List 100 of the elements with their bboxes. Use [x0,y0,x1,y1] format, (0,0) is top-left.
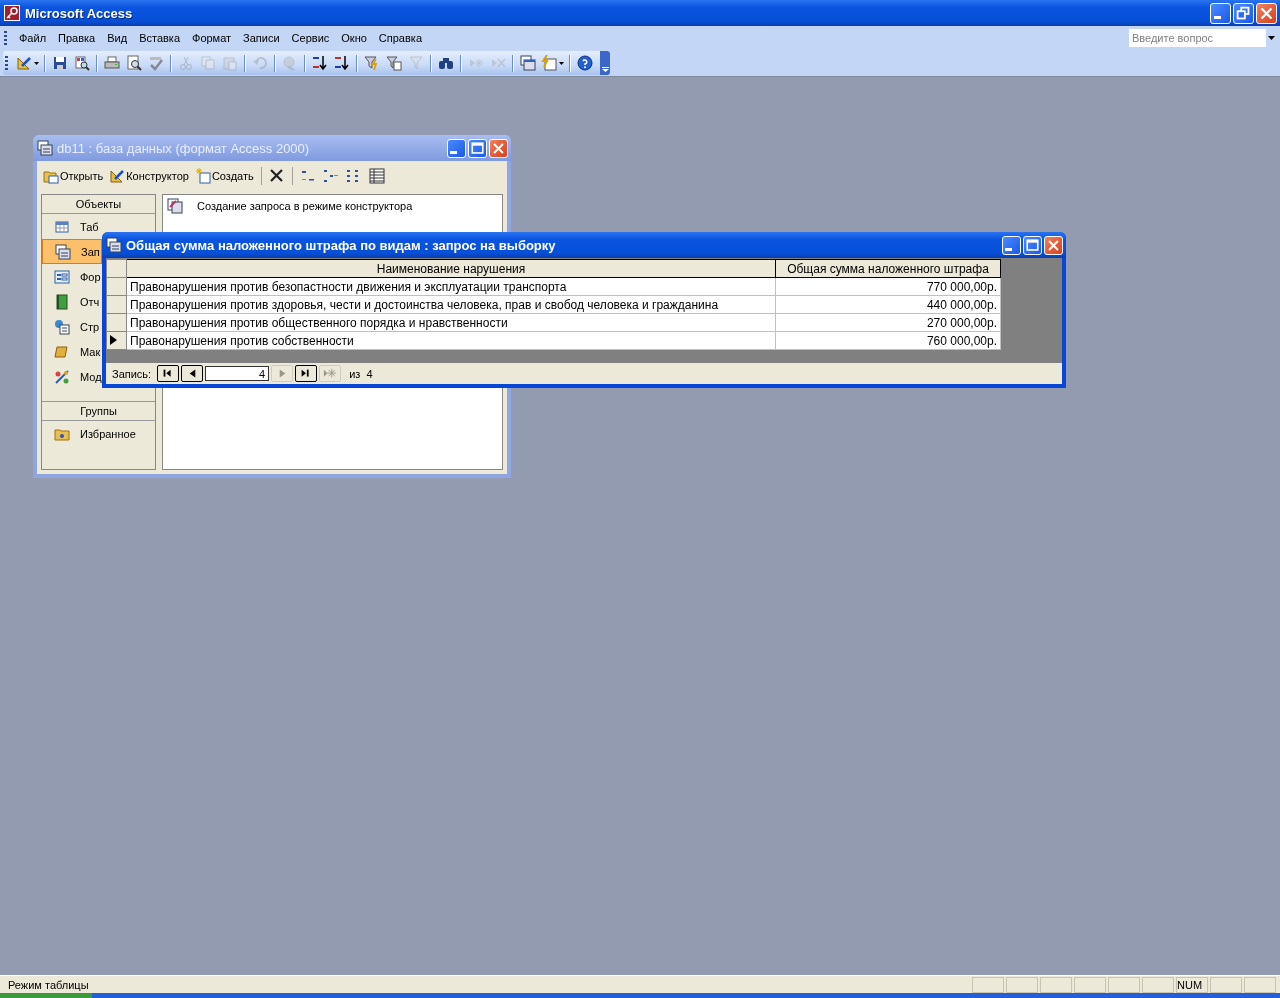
binoculars-icon [438,55,454,71]
document-search-icon [74,55,90,71]
table-cell: Правонарушения против здоровья, чести и достоинства человека, прав и свобод человека и гражданина [126,295,776,314]
status-panel [1006,976,1038,993]
question-field[interactable]: Введите вопрос [1129,29,1266,47]
undo-arrow-icon [252,55,268,71]
object-type-item[interactable]: Отч [42,289,102,314]
start-button[interactable] [0,993,92,998]
window-title: Microsoft Access [25,5,134,21]
window-title: db11 : база данных (формат Access 2000) [57,140,311,156]
grip-handle[interactable] [4,31,7,45]
object-type-item[interactable]: Фор [42,264,102,289]
object-type-item[interactable]: Стр [42,314,102,339]
group-item[interactable]: Избранное [42,421,155,446]
filter-form-icon [386,55,402,71]
sort-descending-icon [334,55,350,71]
navigation-button[interactable] [181,365,204,382]
table-cell: Правонарушения против собственности [126,331,776,350]
sort-ascending-icon [312,55,328,71]
minimize-icon [1214,15,1221,19]
query-icon [55,243,71,260]
window-title: Общая сумма наложенного штрафа по видам : запрос на выборку [126,237,557,253]
toolbar-button[interactable]: Конструктор [107,166,192,186]
toolbar-options-button[interactable] [600,51,610,75]
navigation-button[interactable] [295,365,318,382]
scissors-icon [178,55,194,71]
web-page-icon [54,318,70,335]
new-record-icon [323,366,338,381]
query-icon [106,237,122,253]
dropdown-arrow-icon [1268,36,1275,40]
design-tool-icon [16,55,32,71]
triangle-pointer-icon [110,334,117,345]
help-icon [577,55,593,71]
menu-item[interactable]: Вид [101,30,134,46]
chevron-icon [601,67,609,72]
menu-item[interactable]: Правка [52,30,102,46]
toolbar-button[interactable] [574,52,596,74]
restore-button[interactable] [1233,2,1254,24]
object-type-item[interactable]: Мак [42,339,102,364]
printer-icon [104,55,120,71]
minimize-button[interactable] [1210,2,1231,24]
record-count: из 4 [349,367,373,380]
module-icon [54,368,70,385]
database-window-icon [520,55,536,71]
menu-item[interactable]: Окно [335,30,373,46]
form-icon [54,268,70,285]
table-icon [54,218,70,235]
status-panel [1244,976,1276,993]
small-icons-view-icon [322,168,339,184]
minimize-icon [1005,247,1012,251]
close-button[interactable] [1044,235,1063,255]
status-panel [1108,976,1140,993]
corner-cell[interactable] [106,259,127,278]
status-panel [972,976,1004,993]
minimize-button[interactable] [1002,235,1021,255]
dropdown-arrow-icon [34,61,39,65]
copy-pages-icon [200,55,216,71]
status-text: Режим таблицы [8,978,90,991]
menu-item[interactable]: Файл [13,30,53,46]
menu-item[interactable]: Сервис [285,30,336,46]
query-icon [37,140,53,156]
object-type-item[interactable]: Зап [42,239,102,264]
status-panel [1074,976,1106,993]
toolbar-button[interactable]: Открыть [41,166,107,186]
toolbar-button[interactable]: Создать [192,166,257,186]
new-object-icon [194,168,211,184]
previous-record-icon [187,369,197,378]
object-type-item[interactable]: Таб [42,214,102,239]
grip-handle[interactable] [5,56,8,70]
navigation-button[interactable] [157,365,180,382]
status-panel [1142,976,1174,993]
maximize-button[interactable] [1023,235,1042,255]
table-cell: 270 000,00р. [775,313,1001,332]
clipboard-icon [222,55,238,71]
menu-item[interactable]: Формат [186,30,238,46]
record-label: Запись: [112,367,152,380]
table-cell: 770 000,00р. [775,277,1001,296]
table-cell: 440 000,00р. [775,295,1001,314]
status-panel [1210,976,1242,993]
column-header[interactable]: Наименование нарушения [126,259,776,278]
section-header[interactable]: Группы [42,401,155,421]
filter-lightning-icon [364,55,380,71]
delete-icon [268,168,285,184]
status-indicator: NUM [1176,976,1208,993]
list-item[interactable]: Создание запроса в режиме конструктора [167,197,413,215]
close-button[interactable] [1256,2,1277,24]
report-book-icon [54,293,70,310]
column-header[interactable]: Общая сумма наложенного штрафа [775,259,1001,278]
design-tool-icon [109,168,126,184]
menu-item[interactable]: Вставка [133,30,186,46]
section-header[interactable]: Объекты [42,195,155,214]
next-record-icon [277,369,287,378]
record-number-field[interactable]: 4 [205,366,270,381]
menu-item[interactable]: Справка [372,30,428,46]
object-type-item[interactable]: Мод [42,364,102,389]
large-icons-view-icon [299,168,316,184]
status-panel [1040,976,1072,993]
table-cell: 760 000,00р. [775,331,1001,350]
table-cell: Правонарушения против общественного порядка и нравственности [126,313,776,332]
menu-item[interactable]: Записи [237,30,286,46]
